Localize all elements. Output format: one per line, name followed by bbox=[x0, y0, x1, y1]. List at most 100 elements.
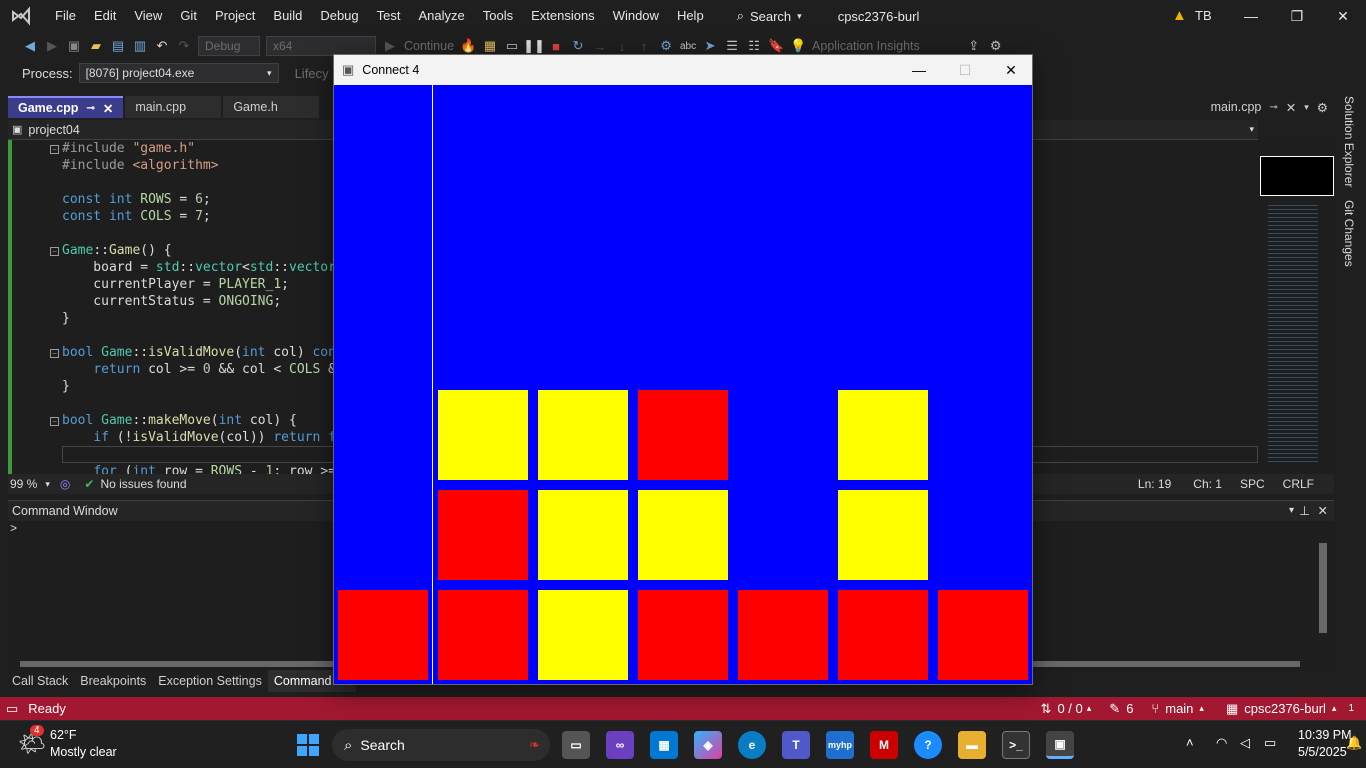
connect4-app-icon[interactable]: ▣ bbox=[1046, 731, 1074, 759]
menu-extensions[interactable]: Extensions bbox=[522, 0, 604, 32]
menu-test[interactable]: Test bbox=[368, 0, 410, 32]
copilot-icon[interactable]: ◎ bbox=[60, 477, 70, 491]
bulb-icon[interactable]: 💡 bbox=[790, 38, 806, 54]
fold-toggle-icon[interactable]: − bbox=[50, 417, 59, 426]
step-out-icon[interactable]: ↑ bbox=[636, 38, 652, 54]
whitespace-mode[interactable]: SPC bbox=[1240, 477, 1265, 491]
zoom-level[interactable]: 99 % bbox=[10, 477, 37, 491]
forward-icon[interactable]: ▶ bbox=[44, 38, 60, 54]
menu-build[interactable]: Build bbox=[264, 0, 311, 32]
play-icon[interactable]: ▶ bbox=[382, 38, 398, 54]
save-icon[interactable]: ▤ bbox=[110, 38, 126, 54]
repo-name[interactable]: cpsc2376-burl bbox=[1244, 701, 1326, 716]
visual-studio-icon[interactable]: ∞ bbox=[606, 731, 634, 759]
menu-view[interactable]: View bbox=[125, 0, 171, 32]
redo-icon[interactable]: ↷ bbox=[176, 38, 192, 54]
tab-main-cpp[interactable]: main.cpp bbox=[125, 96, 222, 118]
weather-desc[interactable]: Mostly clear bbox=[50, 745, 117, 759]
open-folder-icon[interactable]: ▰ bbox=[88, 38, 104, 54]
minimize-button[interactable]: — bbox=[1228, 0, 1274, 32]
warning-icon[interactable]: ▲ bbox=[1172, 7, 1187, 24]
connect4-close-button[interactable]: ✕ bbox=[988, 55, 1034, 85]
fold-toggle-icon[interactable]: − bbox=[50, 247, 59, 256]
myhp-icon[interactable]: myhp bbox=[826, 731, 854, 759]
connect4-titlebar[interactable]: ▣ Connect 4 — ☐ ✕ bbox=[334, 55, 1032, 85]
battery-icon[interactable]: ▭ bbox=[1264, 735, 1276, 751]
fold-toggle-icon[interactable]: − bbox=[50, 349, 59, 358]
diagnostics-icon[interactable]: ⚙ bbox=[658, 38, 674, 54]
menu-help[interactable]: Help bbox=[668, 0, 713, 32]
solution-explorer-tab[interactable]: Solution Explorer bbox=[1342, 96, 1356, 187]
step-into-icon[interactable]: ↓ bbox=[614, 38, 630, 54]
clock-time[interactable]: 10:39 PM bbox=[1298, 728, 1352, 742]
configuration-select[interactable]: Debug bbox=[198, 36, 260, 56]
close-icon[interactable]: ✕ bbox=[103, 101, 113, 116]
pin-icon[interactable]: ⊥ bbox=[1299, 501, 1310, 521]
gear-icon[interactable]: ⚙ bbox=[1317, 100, 1328, 115]
spell-check-icon[interactable]: abc bbox=[680, 38, 696, 54]
menu-analyze[interactable]: Analyze bbox=[409, 0, 473, 32]
connect4-board[interactable] bbox=[334, 85, 1032, 684]
lifecycle-button[interactable]: Lifecy bbox=[295, 66, 329, 81]
new-project-icon[interactable]: ▣ bbox=[66, 38, 82, 54]
notifications-badge[interactable]: 1 bbox=[1348, 703, 1354, 714]
step-over-icon[interactable]: → bbox=[592, 38, 608, 54]
store-icon[interactable]: ▦ bbox=[650, 731, 678, 759]
tab-game-h[interactable]: Game.h bbox=[223, 96, 320, 118]
edge-icon[interactable]: e bbox=[738, 731, 766, 759]
stop-icon[interactable]: ■ bbox=[548, 38, 564, 54]
notification-bell-icon[interactable]: 🔔 bbox=[1346, 735, 1362, 751]
user-avatar[interactable]: TB bbox=[1195, 8, 1212, 23]
tab-breakpoints[interactable]: Breakpoints bbox=[74, 670, 152, 692]
line-number[interactable]: Ln: 19 bbox=[1138, 477, 1171, 491]
restart-icon[interactable]: ↻ bbox=[570, 38, 586, 54]
pause-icon[interactable]: ❚❚ bbox=[523, 38, 545, 54]
bookmark-icon[interactable]: 🔖 bbox=[768, 38, 784, 54]
minimap-viewport[interactable] bbox=[1260, 156, 1334, 196]
output-icon[interactable]: ▭ bbox=[6, 701, 18, 717]
process-select[interactable]: [8076] project04.exe ▾ bbox=[78, 63, 279, 83]
close-button[interactable]: ✕ bbox=[1320, 0, 1366, 32]
screenshot-icon[interactable]: ▭ bbox=[504, 38, 520, 54]
chevron-down-icon[interactable]: ▾ bbox=[45, 479, 50, 490]
settings-icon[interactable]: ⚙ bbox=[988, 38, 1004, 54]
line-ending[interactable]: CRLF bbox=[1283, 477, 1314, 491]
close-icon[interactable]: ✕ bbox=[1286, 100, 1296, 115]
pin-icon[interactable]: ⊸ bbox=[86, 103, 94, 114]
menu-tools[interactable]: Tools bbox=[474, 0, 522, 32]
taskbar-search[interactable]: ⌕ Search ❧ bbox=[332, 729, 550, 761]
commits-count[interactable]: 0 / 0 bbox=[1057, 701, 1082, 716]
mcafee-icon[interactable]: M bbox=[870, 731, 898, 759]
volume-icon[interactable]: ◁ bbox=[1240, 735, 1250, 751]
menu-file[interactable]: File bbox=[46, 0, 85, 32]
code-minimap[interactable] bbox=[1258, 142, 1334, 472]
fold-toggle-icon[interactable]: − bbox=[50, 145, 59, 154]
global-search-button[interactable]: ⌕ Search ▾ bbox=[727, 8, 812, 24]
pin-icon[interactable]: ⊸ bbox=[1269, 102, 1277, 113]
app-insights-button[interactable]: Application Insights bbox=[812, 39, 920, 53]
wifi-icon[interactable]: ◠ bbox=[1216, 735, 1227, 751]
char-number[interactable]: Ch: 1 bbox=[1193, 477, 1222, 491]
vertical-scrollbar[interactable] bbox=[1316, 537, 1330, 657]
uncomment-icon[interactable]: ☷ bbox=[746, 38, 762, 54]
save-all-icon[interactable]: ▥ bbox=[132, 38, 148, 54]
chevron-down-icon[interactable]: ▾ bbox=[1304, 102, 1309, 113]
start-icon[interactable] bbox=[294, 731, 322, 759]
menu-debug[interactable]: Debug bbox=[311, 0, 367, 32]
continue-button[interactable]: Continue bbox=[404, 39, 454, 53]
weather-temp[interactable]: 62°F bbox=[50, 728, 77, 742]
restore-button[interactable]: ❐ bbox=[1274, 0, 1320, 32]
close-icon[interactable]: ✕ bbox=[1318, 501, 1328, 521]
hot-reload-icon[interactable]: 🔥 bbox=[460, 38, 476, 54]
menu-edit[interactable]: Edit bbox=[85, 0, 125, 32]
tab-call-stack[interactable]: Call Stack bbox=[6, 670, 74, 692]
undo-icon[interactable]: ↶ bbox=[154, 38, 170, 54]
connect4-minimize-button[interactable]: — bbox=[896, 55, 942, 85]
issues-status[interactable]: No issues found bbox=[100, 477, 186, 491]
connect4-maximize-button[interactable]: ☐ bbox=[942, 55, 988, 85]
comment-icon[interactable]: ☰ bbox=[724, 38, 740, 54]
file-explorer-icon[interactable]: ▬ bbox=[958, 731, 986, 759]
task-view-icon[interactable]: ▭ bbox=[562, 731, 590, 759]
back-icon[interactable]: ◀ bbox=[22, 38, 38, 54]
tab-game-cpp[interactable]: Game.cpp ⊸ ✕ bbox=[8, 96, 124, 118]
